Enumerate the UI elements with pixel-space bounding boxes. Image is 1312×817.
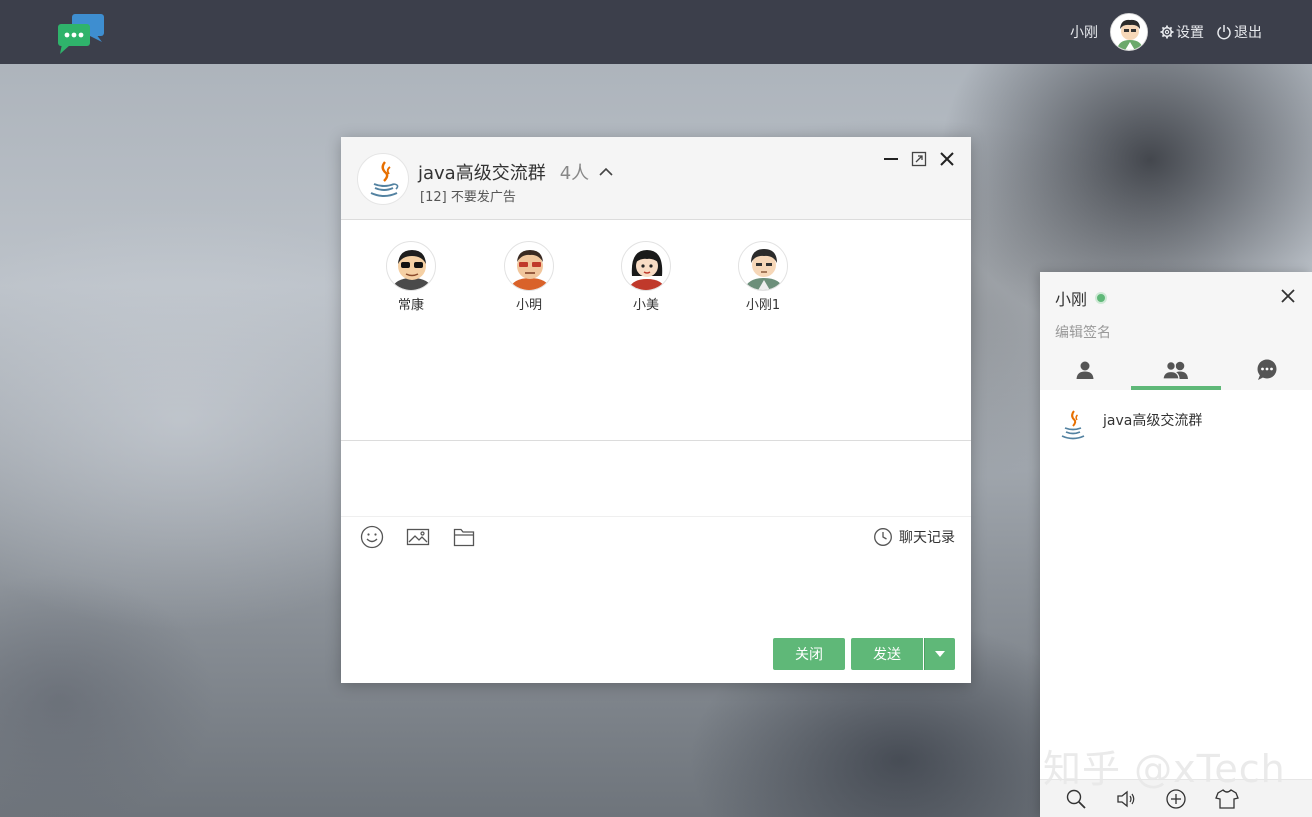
member-name: 小明 xyxy=(515,298,542,313)
settings-label: 设置 xyxy=(1176,25,1204,41)
girl-avatar xyxy=(621,241,671,291)
red-glasses-avatar xyxy=(504,241,554,291)
panel-header: 小刚 编辑签名 xyxy=(1040,272,1312,390)
emoji-button[interactable] xyxy=(359,524,385,550)
top-username[interactable]: 小刚 xyxy=(1070,22,1098,42)
folder-icon xyxy=(453,528,475,547)
history-label: 聊天记录 xyxy=(899,530,955,546)
close-icon xyxy=(1281,289,1295,303)
user-icon xyxy=(1076,361,1094,379)
group-name: java高级交流群 xyxy=(418,163,546,184)
users-icon xyxy=(1162,361,1188,380)
panel-user: 小刚 xyxy=(1055,286,1108,310)
online-status-dot[interactable] xyxy=(1095,292,1108,304)
watermark: 知乎 @xTech xyxy=(1043,747,1286,791)
group-list-name: java高级交流群 xyxy=(1103,413,1203,429)
top-bar: 小刚 设置 退出 xyxy=(0,0,1312,64)
chat-toolbar: 聊天记录 xyxy=(341,518,971,558)
file-button[interactable] xyxy=(451,524,477,550)
message-input[interactable] xyxy=(341,558,971,638)
collapse-members-toggle[interactable] xyxy=(597,166,615,178)
close-panel-button[interactable] xyxy=(1280,288,1296,304)
image-icon xyxy=(406,528,430,546)
member-item[interactable]: 小明 xyxy=(489,241,569,313)
close-button[interactable]: 关闭 xyxy=(773,638,845,670)
power-icon xyxy=(1217,25,1231,40)
chat-logo-icon xyxy=(56,12,106,56)
gear-icon xyxy=(1160,25,1174,39)
message-area[interactable] xyxy=(341,442,971,517)
logout-label: 退出 xyxy=(1234,25,1262,41)
contacts-panel: 小刚 编辑签名 java高级交流群 xyxy=(1040,272,1312,817)
java-group-avatar[interactable] xyxy=(357,153,409,205)
minimize-button[interactable] xyxy=(883,151,899,167)
smile-icon xyxy=(360,525,384,549)
logout-link[interactable]: 退出 xyxy=(1216,22,1262,42)
member-item[interactable]: 常康 xyxy=(371,241,451,313)
member-name: 小刚1 xyxy=(745,298,781,313)
send-options-button[interactable] xyxy=(924,638,955,670)
boy-avatar xyxy=(738,241,788,291)
close-window-button[interactable] xyxy=(939,151,955,167)
group-notice: [12] 不要发广告 xyxy=(420,190,516,205)
member-name: 小美 xyxy=(632,298,659,313)
chevron-up-icon xyxy=(599,167,613,176)
close-icon xyxy=(940,152,954,166)
group-title: java高级交流群 4人 xyxy=(418,159,615,185)
image-button[interactable] xyxy=(405,524,431,550)
chat-header[interactable]: java高级交流群 4人 [12] 不要发广告 xyxy=(341,137,971,220)
tab-groups[interactable] xyxy=(1130,350,1222,390)
minimize-icon xyxy=(884,158,898,160)
signature-field[interactable]: 编辑签名 xyxy=(1055,322,1111,342)
clock-icon xyxy=(874,528,892,546)
caret-down-icon xyxy=(935,651,945,657)
group-chat-window: java高级交流群 4人 [12] 不要发广告 常康 小明 小美 小刚1 聊天记… xyxy=(341,137,971,683)
tab-history[interactable] xyxy=(1221,350,1312,390)
chat-bubble-icon xyxy=(1257,359,1277,380)
chat-history-link[interactable]: 聊天记录 xyxy=(873,527,955,547)
send-button[interactable]: 发送 xyxy=(851,638,923,670)
user-avatar[interactable] xyxy=(1110,13,1148,51)
member-list: 常康 小明 小美 小刚1 xyxy=(341,221,971,441)
group-list-item[interactable]: java高级交流群 xyxy=(1055,408,1202,444)
maximize-button[interactable] xyxy=(911,151,927,167)
panel-tabs xyxy=(1040,350,1312,390)
member-count: 4人 xyxy=(559,163,590,184)
settings-link[interactable]: 设置 xyxy=(1160,22,1204,42)
member-item[interactable]: 小刚1 xyxy=(723,241,803,313)
java-group-avatar xyxy=(1055,408,1091,444)
user-area: 小刚 设置 退出 xyxy=(1070,12,1262,52)
window-controls xyxy=(883,151,955,167)
tab-friends[interactable] xyxy=(1040,350,1131,390)
member-name: 常康 xyxy=(397,298,424,313)
maximize-icon xyxy=(911,151,927,167)
panel-username: 小刚 xyxy=(1055,290,1088,309)
member-item[interactable]: 小美 xyxy=(606,241,686,313)
sunglasses-avatar xyxy=(386,241,436,291)
